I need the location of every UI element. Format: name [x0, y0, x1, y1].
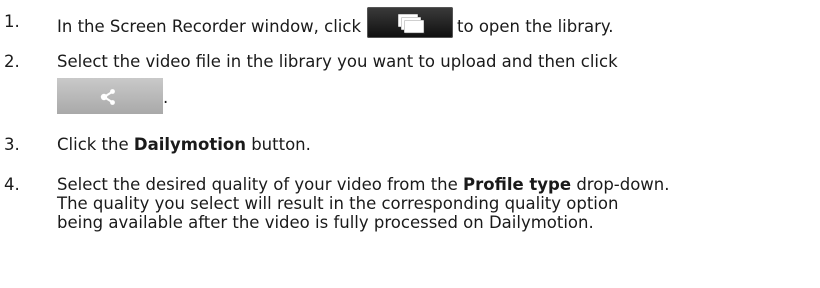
library-stack-icon: [398, 14, 425, 33]
step-text-before: In the Screen Recorder window, click: [57, 17, 362, 36]
step-number: 1.: [4, 12, 20, 31]
step-text-before: Select the desired quality of your video…: [57, 175, 464, 194]
dailymotion-label: Dailymotion: [133, 135, 246, 154]
step-text: Select the desired quality of your video…: [57, 175, 670, 232]
step-text-after: to open the library.: [457, 17, 614, 36]
step-text: In the Screen Recorder window, click to o…: [57, 7, 614, 43]
step-line-1: Select the desired quality of your video…: [57, 175, 670, 194]
step-text-after: button.: [245, 135, 311, 154]
step-text-after: drop-down.: [571, 175, 670, 194]
share-icon: [100, 89, 115, 105]
step-number: 3.: [4, 135, 20, 154]
profile-type-label: Profile type: [463, 175, 572, 194]
step-trailing-period: .: [163, 88, 169, 107]
step-line-2: The quality you select will result in th…: [57, 194, 619, 213]
step-number: 2.: [4, 52, 20, 71]
step-line-3: being available after the video is fully…: [57, 213, 594, 232]
step-text: Select the video file in the library you…: [57, 52, 618, 71]
step-text: Click the Dailymotion button.: [57, 135, 311, 154]
step-text-before: Click the: [57, 135, 134, 154]
library-button[interactable]: [367, 7, 454, 38]
share-button[interactable]: [57, 78, 163, 114]
step-number: 4.: [4, 175, 20, 194]
